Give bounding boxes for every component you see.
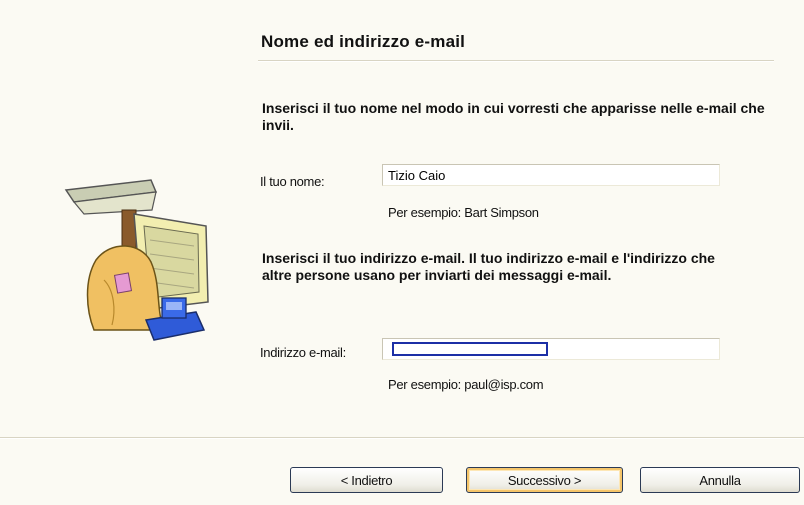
name-instruction: Inserisci il tuo nome nel modo in cui vo… bbox=[262, 100, 765, 133]
name-example: Per esempio: Bart Simpson bbox=[388, 205, 539, 220]
computer-mail-wizard-icon bbox=[64, 179, 209, 341]
name-label: Il tuo nome: bbox=[260, 174, 325, 189]
email-input[interactable] bbox=[382, 338, 720, 360]
back-button[interactable]: < Indietro bbox=[290, 467, 443, 493]
page-title: Nome ed indirizzo e-mail bbox=[261, 32, 466, 51]
title-divider bbox=[258, 60, 774, 62]
wizard-dialog: Nome ed indirizzo e-mail Inserisci il tu… bbox=[0, 0, 804, 505]
cancel-button[interactable]: Annulla bbox=[640, 467, 800, 493]
next-button[interactable]: Successivo > bbox=[466, 467, 623, 493]
name-input[interactable] bbox=[382, 164, 720, 186]
email-label: Indirizzo e-mail: bbox=[260, 345, 346, 360]
email-instruction: Inserisci il tuo indirizzo e-mail. Il tu… bbox=[262, 250, 715, 283]
button-bar-divider bbox=[0, 437, 804, 439]
email-example: Per esempio: paul@isp.com bbox=[388, 377, 544, 392]
